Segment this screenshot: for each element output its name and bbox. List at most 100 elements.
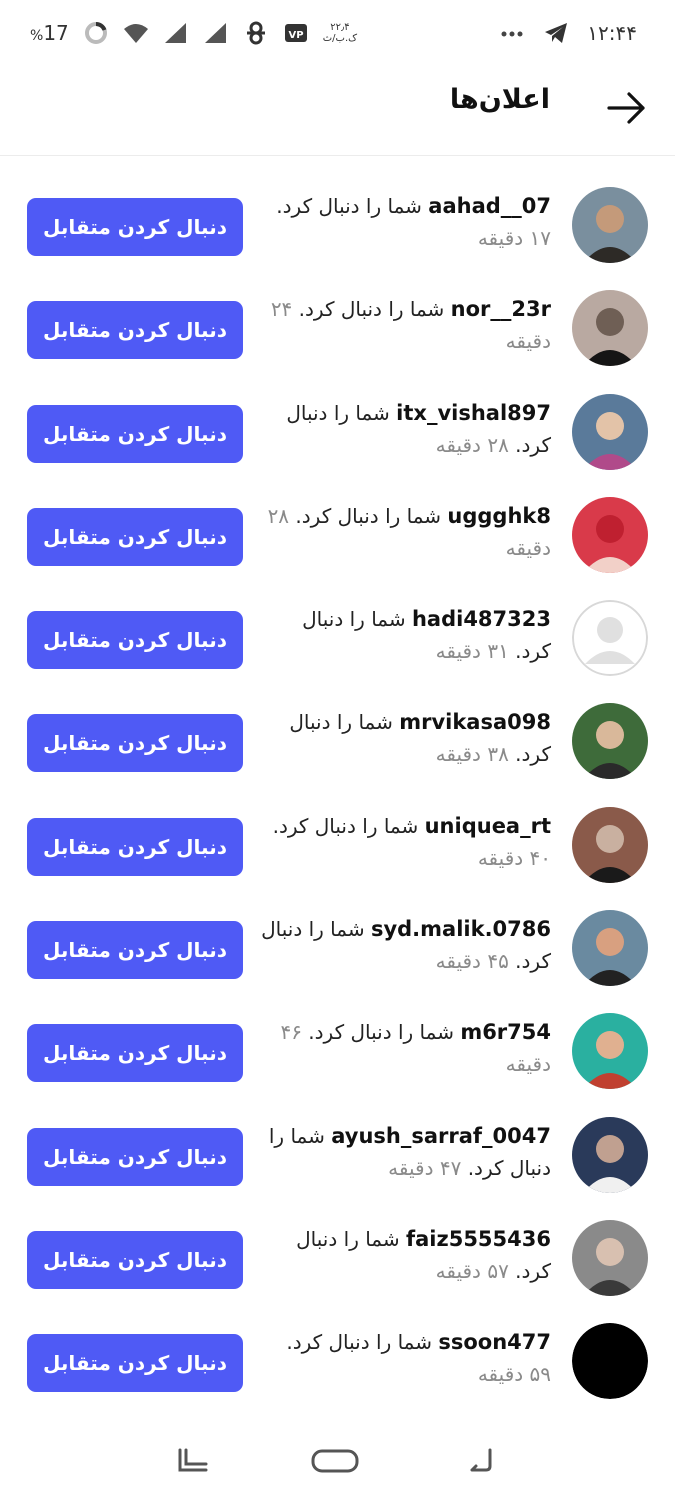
username-link[interactable]: syd.malik.0786 [371,917,551,941]
action-text: شما را دنبال کرد. [298,297,445,322]
notification-text: uggghk8 شما را دنبال کرد. ۲۸ دقیقه [261,500,551,564]
follow-back-button[interactable]: دنبال کردن متقابل [27,1334,243,1393]
avatar[interactable] [572,910,648,987]
status-left: %17 VP ۲۲٫۴ ک.ب/ث [30,20,357,46]
app-header: اعلان‌ها [0,70,675,156]
notification-text: syd.malik.0786 شما را دنبال کرد. ۴۵ دقیق… [261,913,551,977]
time-ago: ۴۰ دقیقه [477,845,551,870]
avatar[interactable] [572,1323,648,1400]
page-title: اعلان‌ها [449,84,550,115]
battery-icon [83,20,109,46]
notification-row: ayush_sarraf_0047 شما را دنبال کرد. ۴۷ د… [0,1100,675,1203]
notification-text: uniquea_rt شما را دنبال کرد. ۴۰ دقیقه [261,810,551,874]
notification-text: itx_vishal897 شما را دنبال کرد. ۲۸ دقیقه [261,397,551,461]
notification-row: uggghk8 شما را دنبال کرد. ۲۸ دقیقه دنبال … [0,480,675,583]
battery-percent: %17 [30,21,69,45]
home-icon [311,1449,359,1473]
notification-row: hadi487323 شما را دنبال کرد. ۳۱ دقیقه دنب… [0,583,675,686]
avatar[interactable] [572,806,648,883]
avatar[interactable] [572,600,648,677]
username-link[interactable]: m6r754 [460,1020,551,1044]
action-text: شما را دنبال کرد. [308,1020,454,1045]
avatar[interactable] [572,496,648,573]
avatar[interactable] [572,703,648,780]
system-nav-bar [0,1430,675,1490]
follow-back-button[interactable]: دنبال کردن متقابل [27,301,243,360]
net-speed: ۲۲٫۴ ک.ب/ث [322,22,358,44]
avatar[interactable] [572,290,648,367]
status-bar: %17 VP ۲۲٫۴ ک.ب/ث ۱۲:۴۴ [0,0,675,70]
notification-text: m6r754 شما را دنبال کرد. ۴۶ دقیقه [261,1016,551,1080]
time-ago: ۳۱ دقیقه [435,639,509,664]
more-dots-icon [499,20,525,46]
username-link[interactable]: aahad__07 [428,194,551,218]
arrow-right-icon [607,92,645,124]
signal-icon [163,20,189,46]
status-right: ۱۲:۴۴ [499,20,637,46]
notification-row: itx_vishal897 شما را دنبال کرد. ۲۸ دقیقه… [0,377,675,480]
clock: ۱۲:۴۴ [587,21,637,45]
time-ago: ۵۷ دقیقه [435,1258,509,1283]
username-link[interactable]: uniquea_rt [425,814,551,838]
notification-row: m6r754 شما را دنبال کرد. ۴۶ دقیقه دنبال ک… [0,996,675,1099]
username-link[interactable]: ayush_sarraf_0047 [331,1124,551,1148]
telegram-icon [543,20,569,46]
wifi-icon [123,20,149,46]
follow-back-button[interactable]: دنبال کردن متقابل [27,1024,243,1083]
username-link[interactable]: uggghk8 [447,504,551,528]
follow-back-button[interactable]: دنبال کردن متقابل [27,404,243,463]
follow-back-button[interactable]: دنبال کردن متقابل [27,1230,243,1289]
follow-back-button[interactable]: دنبال کردن متقابل [27,714,243,773]
back-icon [470,1448,492,1472]
notification-text: mrvikasa098 شما را دنبال کرد. ۳۸ دقیقه [261,706,551,770]
avatar[interactable] [572,393,648,470]
notification-text: faiz5555436 شما را دنبال کرد. ۵۷ دقیقه [261,1223,551,1287]
avatar[interactable] [572,1219,648,1296]
avatar[interactable] [572,1116,648,1193]
follow-back-button[interactable]: دنبال کردن متقابل [27,611,243,670]
follow-back-button[interactable]: دنبال کردن متقابل [27,921,243,980]
back-button[interactable] [605,88,649,128]
action-text: شما را دنبال کرد. [276,194,422,218]
time-ago: ۴۵ دقیقه [435,949,509,974]
username-link[interactable]: faiz5555436 [406,1227,551,1251]
notification-text: ayush_sarraf_0047 شما را دنبال کرد. ۴۷ د… [261,1120,551,1184]
time-ago: ۱۷ دقیقه [477,226,551,250]
time-ago: ۳۸ دقیقه [435,742,509,767]
notification-text: aahad__07 شما را دنبال کرد. ۱۷ دقیقه [261,190,551,254]
username-link[interactable]: ssoon477 [438,1330,551,1354]
notification-row: uniquea_rt شما را دنبال کرد. ۴۰ دقیقه دنب… [0,790,675,893]
time-ago: ۵۹ دقیقه [477,1362,551,1387]
home-button[interactable] [310,1444,360,1476]
notification-text: hadi487323 شما را دنبال کرد. ۳۱ دقیقه [261,603,551,667]
action-text: شما را دنبال کرد. [286,1330,432,1355]
follow-back-button[interactable]: دنبال کردن متقابل [27,1127,243,1186]
username-link[interactable]: nor__23r [451,297,551,321]
follow-back-button[interactable]: دنبال کردن متقابل [27,198,243,256]
signal-icon [203,20,229,46]
recent-apps-icon [178,1448,208,1472]
avatar[interactable] [572,1013,648,1090]
notification-row: aahad__07 شما را دنبال کرد. ۱۷ دقیقه دنبا… [0,170,675,273]
notification-text: ssoon477 شما را دنبال کرد. ۵۹ دقیقه [261,1326,551,1390]
time-ago: ۴۷ دقیقه [388,1155,462,1180]
notification-row: mrvikasa098 شما را دنبال کرد. ۳۸ دقیقه دن… [0,686,675,789]
username-link[interactable]: hadi487323 [412,607,551,631]
app-icon [243,20,269,46]
follow-back-button[interactable]: دنبال کردن متقابل [27,817,243,876]
notification-row: ssoon477 شما را دنبال کرد. ۵۹ دقیقه دنبال… [0,1306,675,1409]
username-link[interactable]: mrvikasa098 [399,710,551,734]
notification-row: nor__23r شما را دنبال کرد. ۲۴ دقیقه دنبال… [0,273,675,376]
username-link[interactable]: itx_vishal897 [396,401,551,425]
notification-text: nor__23r شما را دنبال کرد. ۲۴ دقیقه [261,293,551,357]
avatar[interactable] [572,187,648,263]
action-text: شما را دنبال کرد. [295,503,442,528]
svg-text:VP: VP [288,30,303,41]
follow-back-button[interactable]: دنبال کردن متقابل [27,507,243,566]
time-ago: ۲۸ دقیقه [435,432,509,457]
notification-row: syd.malik.0786 شما را دنبال کرد. ۴۵ دقیق… [0,893,675,996]
notification-list: aahad__07 شما را دنبال کرد. ۱۷ دقیقه دنبا… [0,170,675,1410]
recent-apps-button[interactable] [170,1444,220,1476]
notification-row: faiz5555436 شما را دنبال کرد. ۵۷ دقیقه دن… [0,1203,675,1306]
system-back-button[interactable] [460,1444,510,1476]
